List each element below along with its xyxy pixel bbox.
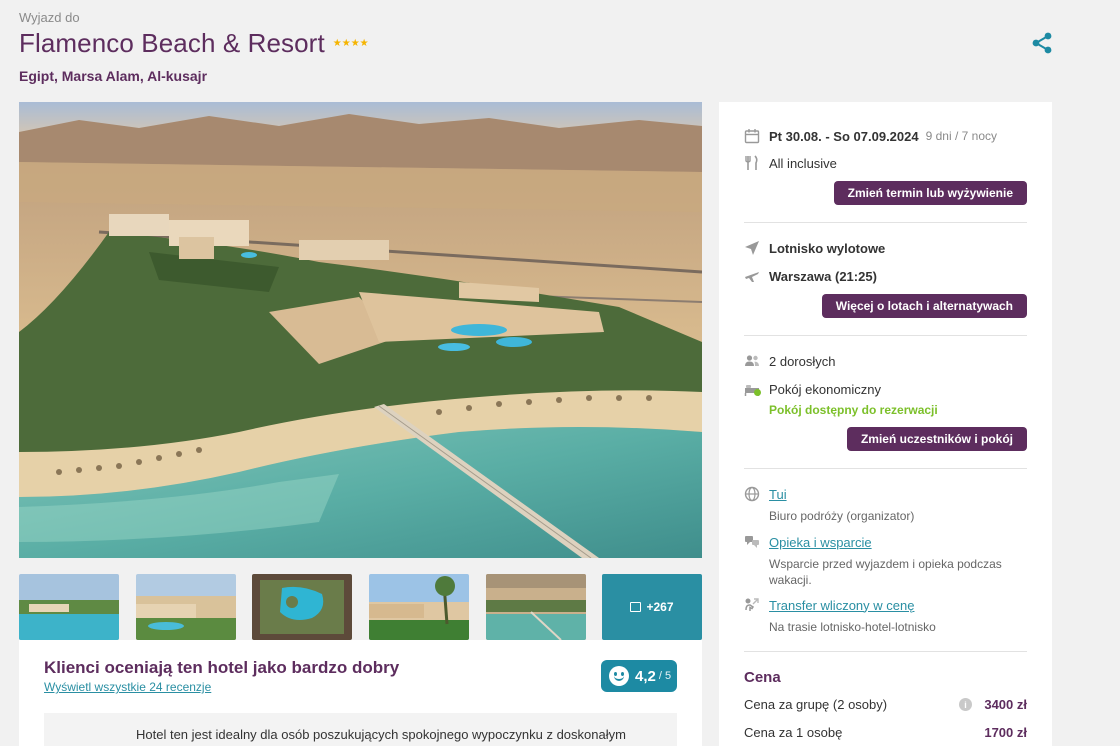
travel-dates: Pt 30.08. - So 07.09.2024 bbox=[769, 128, 919, 144]
rating-value: 4,2 bbox=[635, 667, 656, 685]
room-availability: Pokój dostępny do rezerwacji bbox=[769, 403, 938, 417]
cutlery-icon bbox=[744, 155, 760, 171]
more-photos-count: +267 bbox=[646, 600, 674, 614]
review-summary-text: Hotel ten jest idealny dla osób poszukuj… bbox=[136, 727, 626, 742]
all-reviews-link[interactable]: Wyświetl wszystkie 24 recenzje bbox=[44, 680, 211, 694]
divider bbox=[744, 651, 1027, 652]
divider bbox=[744, 335, 1027, 336]
transfer-description: Na trasie lotnisko-hotel-lotnisko bbox=[769, 620, 936, 634]
share-icon[interactable] bbox=[1030, 31, 1054, 55]
airport-label: Lotnisko wylotowe bbox=[769, 240, 886, 256]
thumbnail-3[interactable] bbox=[252, 574, 352, 640]
travellers-row: 2 dorosłych bbox=[744, 353, 835, 369]
calendar-icon bbox=[744, 128, 760, 144]
users-icon bbox=[744, 353, 760, 369]
reviews-title: Klienci oceniają ten hotel jako bardzo d… bbox=[44, 658, 400, 677]
globe-icon bbox=[744, 486, 760, 502]
organizer-row: Tui bbox=[744, 486, 787, 502]
dates-row: Pt 30.08. - So 07.09.2024 9 dni / 7 nocy bbox=[744, 128, 997, 144]
thumbnail-5[interactable] bbox=[486, 574, 586, 640]
main-hotel-photo[interactable] bbox=[19, 102, 702, 558]
person-price-value: 1700 zł bbox=[984, 725, 1027, 740]
flights-button[interactable]: Więcej o lotach i alternatywach bbox=[821, 294, 1027, 318]
care-row: Opieka i wsparcie bbox=[744, 534, 872, 550]
organizer-description: Biuro podróży (organizator) bbox=[769, 509, 915, 523]
hotel-title: Flamenco Beach & Resort bbox=[19, 28, 325, 58]
transfer-link[interactable]: Transfer wliczony w cenę bbox=[769, 598, 914, 613]
transfer-row: Transfer wliczony w cenę bbox=[744, 597, 914, 613]
rating-badge[interactable]: 4,2 / 5 bbox=[601, 660, 677, 692]
booking-panel: Pt 30.08. - So 07.09.2024 9 dni / 7 nocy… bbox=[719, 102, 1052, 746]
board-type: All inclusive bbox=[769, 155, 837, 171]
change-term-button[interactable]: Zmień termin lub wyżywienie bbox=[833, 181, 1027, 205]
organizer-link[interactable]: Tui bbox=[769, 487, 787, 502]
hotel-location: Egipt, Marsa Alam, Al-kusajr bbox=[19, 68, 208, 84]
availability-dot bbox=[754, 389, 761, 396]
plane-icon bbox=[744, 268, 760, 284]
group-price-label: Cena za grupę (2 osoby) bbox=[744, 697, 888, 712]
room-row: Pokój ekonomiczny bbox=[744, 381, 881, 397]
more-photos-button[interactable]: +267 bbox=[602, 574, 702, 640]
care-description-1: Wsparcie przed wyjazdem i opieka podczas bbox=[769, 557, 1002, 571]
divider bbox=[744, 222, 1027, 223]
location-arrow-icon bbox=[744, 240, 760, 256]
care-link[interactable]: Opieka i wsparcie bbox=[769, 535, 872, 550]
star-rating: ★★★★ bbox=[332, 38, 369, 49]
thumbnail-2[interactable] bbox=[136, 574, 236, 640]
person-price-row: Cena za 1 osobę 1700 zł bbox=[744, 725, 1027, 740]
title-row: Flamenco Beach & Resort ★★★★ bbox=[19, 28, 369, 59]
reviews-section: Klienci oceniają ten hotel jako bardzo d… bbox=[19, 640, 702, 746]
rating-max: / 5 bbox=[658, 670, 672, 682]
gallery-icon bbox=[630, 602, 642, 612]
thumbnail-4[interactable] bbox=[369, 574, 469, 640]
departure-row: Warszawa (21:25) bbox=[744, 268, 877, 284]
info-icon[interactable]: i bbox=[959, 698, 972, 711]
board-row: All inclusive bbox=[744, 155, 837, 171]
photo-thumbnails: +267 bbox=[19, 574, 702, 640]
divider bbox=[744, 468, 1027, 469]
price-heading: Cena bbox=[744, 669, 781, 686]
travellers-count: 2 dorosłych bbox=[769, 353, 836, 369]
room-type: Pokój ekonomiczny bbox=[769, 381, 881, 397]
change-participants-button[interactable]: Zmień uczestników i pokój bbox=[846, 427, 1027, 451]
trip-duration: 9 dni / 7 nocy bbox=[925, 129, 997, 143]
support-icon bbox=[744, 534, 760, 550]
airport-row: Lotnisko wylotowe bbox=[744, 240, 885, 256]
smiley-icon bbox=[609, 666, 629, 686]
pre-title: Wyjazd do bbox=[19, 10, 80, 25]
person-price-label: Cena za 1 osobę bbox=[744, 725, 843, 740]
thumbnail-1[interactable] bbox=[19, 574, 119, 640]
review-summary-box: Hotel ten jest idealny dla osób poszukuj… bbox=[44, 713, 677, 746]
group-price-row: Cena za grupę (2 osoby) i 3400 zł bbox=[744, 697, 1027, 712]
group-price-value: 3400 zł bbox=[984, 697, 1027, 712]
departure-airport: Warszawa (21:25) bbox=[769, 268, 877, 284]
transfer-icon bbox=[744, 597, 760, 613]
care-description-2: wakacji. bbox=[769, 573, 812, 587]
